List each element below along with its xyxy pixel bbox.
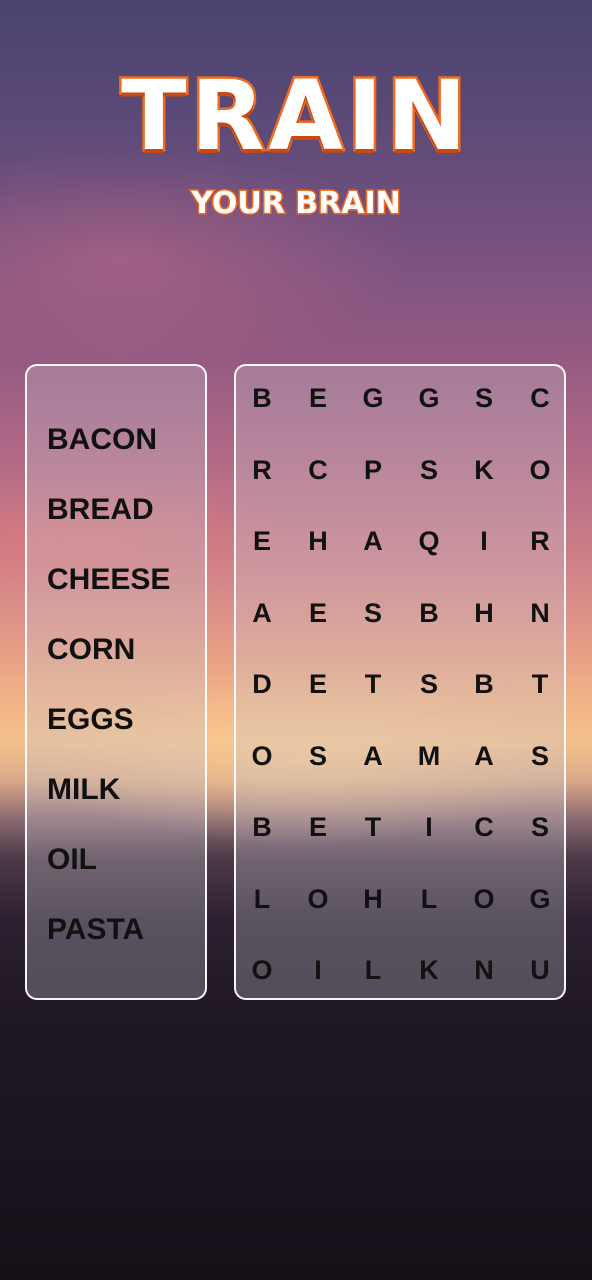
letter-cell[interactable]: L — [351, 948, 395, 992]
letter-cell[interactable]: H — [296, 519, 340, 563]
letter-cell[interactable]: K — [407, 948, 451, 992]
letter-cell[interactable]: E — [296, 805, 340, 849]
game-subtitle: YOUR BRAIN — [190, 185, 403, 223]
letter-cell[interactable]: O — [518, 448, 562, 492]
letter-cell[interactable]: S — [518, 734, 562, 778]
word-list-panel: BACON BREAD CHEESE CORN EGGS MILK OIL PA… — [25, 364, 207, 1000]
word-list-item: CHEESE — [47, 563, 171, 596]
letter-cell[interactable]: M — [407, 734, 451, 778]
letter-cell[interactable]: S — [407, 448, 451, 492]
letter-cell[interactable]: S — [462, 376, 506, 420]
letter-cell[interactable]: O — [296, 877, 340, 921]
letter-cell[interactable]: O — [240, 734, 284, 778]
letter-cell[interactable]: P — [351, 448, 395, 492]
letter-cell[interactable]: B — [240, 805, 284, 849]
letter-cell[interactable]: G — [407, 376, 451, 420]
letter-cell[interactable]: C — [518, 376, 562, 420]
letter-cell[interactable]: A — [351, 519, 395, 563]
letter-cell[interactable]: D — [240, 662, 284, 706]
letter-cell[interactable]: O — [462, 877, 506, 921]
word-list-item: EGGS — [47, 703, 134, 736]
letter-cell[interactable]: S — [351, 591, 395, 635]
letter-cell[interactable]: A — [240, 591, 284, 635]
letter-cell[interactable]: S — [407, 662, 451, 706]
letter-cell[interactable]: R — [240, 448, 284, 492]
letter-cell[interactable]: L — [240, 877, 284, 921]
letter-cell[interactable]: G — [351, 376, 395, 420]
letter-cell[interactable]: B — [240, 376, 284, 420]
letter-cell[interactable]: R — [518, 519, 562, 563]
letter-cell[interactable]: E — [296, 662, 340, 706]
letter-cell[interactable]: I — [462, 519, 506, 563]
letter-cell[interactable]: O — [240, 948, 284, 992]
letter-cell[interactable]: U — [518, 948, 562, 992]
letter-cell[interactable]: H — [462, 591, 506, 635]
word-list-item: CORN — [47, 633, 136, 666]
letter-cell[interactable]: A — [351, 734, 395, 778]
letter-cell[interactable]: I — [407, 805, 451, 849]
letter-cell[interactable]: E — [296, 376, 340, 420]
letter-grid-panel: BEGGSCRCPSKOEHAQIRAESBHNDETSBTOSAMASBETI… — [234, 364, 566, 1000]
letter-cell[interactable]: B — [407, 591, 451, 635]
letter-cell[interactable]: Q — [407, 519, 451, 563]
letter-cell[interactable]: K — [462, 448, 506, 492]
letter-cell[interactable]: G — [518, 877, 562, 921]
letter-cell[interactable]: B — [462, 662, 506, 706]
letter-cell[interactable]: L — [407, 877, 451, 921]
letter-cell[interactable]: S — [296, 734, 340, 778]
word-list-item: BREAD — [47, 493, 154, 526]
letter-cell[interactable]: T — [351, 805, 395, 849]
letter-cell[interactable]: N — [518, 591, 562, 635]
game-title: TRAIN — [119, 58, 471, 175]
letter-cell[interactable]: T — [518, 662, 562, 706]
letter-cell[interactable]: C — [462, 805, 506, 849]
letter-cell[interactable]: T — [351, 662, 395, 706]
letter-cell[interactable]: E — [296, 591, 340, 635]
letter-cell[interactable]: C — [296, 448, 340, 492]
word-list-item: OIL — [47, 843, 97, 876]
letter-cell[interactable]: N — [462, 948, 506, 992]
letter-cell[interactable]: A — [462, 734, 506, 778]
word-list-item: PASTA — [47, 913, 145, 946]
letter-cell[interactable]: I — [296, 948, 340, 992]
letter-cell[interactable]: E — [240, 519, 284, 563]
word-list-item: BACON — [47, 423, 157, 456]
word-list-item: MILK — [47, 773, 121, 806]
letter-cell[interactable]: S — [518, 805, 562, 849]
letter-cell[interactable]: H — [351, 877, 395, 921]
